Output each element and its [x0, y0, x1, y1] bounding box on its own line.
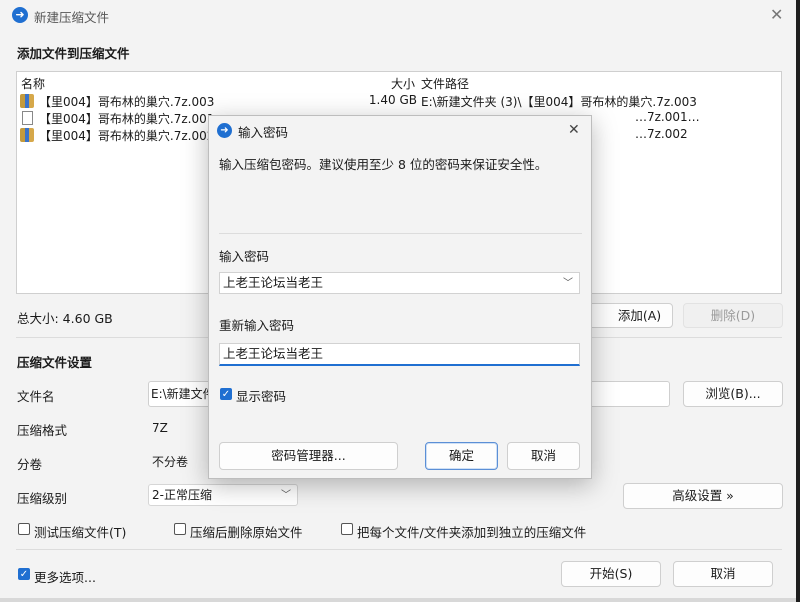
- password-label: 输入密码: [219, 249, 270, 264]
- settings-heading: 压缩文件设置: [17, 355, 93, 370]
- test-archive-checkbox[interactable]: [18, 523, 30, 535]
- file-name: 【里004】哥布林的巢穴.7z.002: [39, 129, 215, 143]
- more-options-checkbox[interactable]: ✓: [18, 568, 30, 580]
- file-path: E:\新建文件夹 (3)\【里004】哥布林的巢穴.7z.003: [421, 95, 697, 109]
- file-icon: [22, 111, 33, 125]
- file-name: 【里004】哥布林的巢穴.7z.001: [39, 112, 215, 126]
- file-name: 【里004】哥布林的巢穴.7z.003: [39, 95, 215, 109]
- column-header-size[interactable]: 大小: [391, 75, 415, 92]
- level-value: 2-正常压缩: [152, 488, 212, 502]
- remove-button[interactable]: 删除(D): [683, 303, 783, 328]
- show-password-checkbox[interactable]: ✓: [220, 388, 232, 400]
- app-logo-icon: ➜: [12, 7, 28, 23]
- separate-archives-checkbox[interactable]: [341, 523, 353, 535]
- level-select[interactable]: 2-正常压缩 ﹀: [148, 484, 298, 506]
- column-header-path[interactable]: 文件路径: [421, 75, 469, 92]
- cancel-button[interactable]: 取消: [673, 561, 773, 587]
- file-row[interactable]: 【里004】哥布林的巢穴.7z.003 1.40 GB E:\新建文件夹 (3)…: [17, 93, 781, 110]
- split-label: 分卷: [17, 457, 43, 472]
- password-manager-button[interactable]: 密码管理器...: [219, 442, 398, 470]
- window-title: 新建压缩文件: [34, 10, 110, 25]
- format-value: 7Z: [152, 421, 168, 435]
- delete-original-checkbox[interactable]: [174, 523, 186, 535]
- app-logo-icon: ➜: [217, 123, 232, 138]
- format-label: 压缩格式: [17, 423, 68, 438]
- browse-button[interactable]: 浏览(B)...: [683, 381, 783, 407]
- password-input[interactable]: 上老王论坛当老王 ﹀: [219, 272, 580, 294]
- show-password-label: 显示密码: [236, 389, 287, 404]
- archive-icon: [20, 94, 34, 108]
- more-options-label: 更多选项...: [34, 570, 96, 585]
- reenter-password-label: 重新输入密码: [219, 318, 295, 333]
- separate-archives-label: 把每个文件/文件夹添加到独立的压缩文件: [357, 525, 587, 540]
- dialog-title: 输入密码: [238, 125, 289, 140]
- column-header-name[interactable]: 名称: [21, 75, 45, 92]
- background-window-edge: [796, 0, 800, 602]
- dialog-description: 输入压缩包密码。建议使用至少 8 位的密码来保证安全性。: [219, 157, 548, 172]
- divider: [16, 549, 782, 550]
- advanced-settings-button[interactable]: 高级设置 »: [623, 483, 783, 509]
- split-select[interactable]: 不分卷: [148, 451, 208, 473]
- ok-button[interactable]: 确定: [425, 442, 498, 470]
- close-icon[interactable]: ✕: [568, 122, 580, 138]
- test-archive-label: 测试压缩文件(T): [34, 525, 127, 540]
- chevron-down-icon: ﹀: [281, 490, 291, 501]
- password-value: 上老王论坛当老王: [223, 275, 324, 290]
- title-bar: ➜ 新建压缩文件 ✕: [0, 0, 796, 30]
- divider: [219, 233, 582, 234]
- add-files-heading: 添加文件到压缩文件: [17, 46, 130, 61]
- format-select[interactable]: 7Z: [148, 417, 208, 439]
- file-path: …7z.002: [635, 127, 688, 141]
- start-button[interactable]: 开始(S): [561, 561, 661, 587]
- file-path: …7z.001…: [635, 110, 700, 124]
- filename-label: 文件名: [17, 389, 55, 404]
- desktop-background: [0, 598, 800, 602]
- archive-icon: [20, 128, 34, 142]
- split-value: 不分卷: [152, 455, 189, 469]
- reenter-password-input[interactable]: 上老王论坛当老王: [219, 343, 580, 366]
- dialog-cancel-button[interactable]: 取消: [507, 442, 580, 470]
- chevron-down-icon[interactable]: ﹀: [563, 274, 573, 294]
- total-size: 总大小: 4.60 GB: [17, 311, 113, 326]
- delete-original-label: 压缩后删除原始文件: [190, 525, 303, 540]
- level-label: 压缩级别: [17, 491, 68, 506]
- file-size: 1.40 GB: [368, 93, 417, 107]
- close-icon[interactable]: ✕: [770, 7, 783, 23]
- password-dialog: ➜ 输入密码 ✕ 输入压缩包密码。建议使用至少 8 位的密码来保证安全性。 输入…: [208, 115, 592, 479]
